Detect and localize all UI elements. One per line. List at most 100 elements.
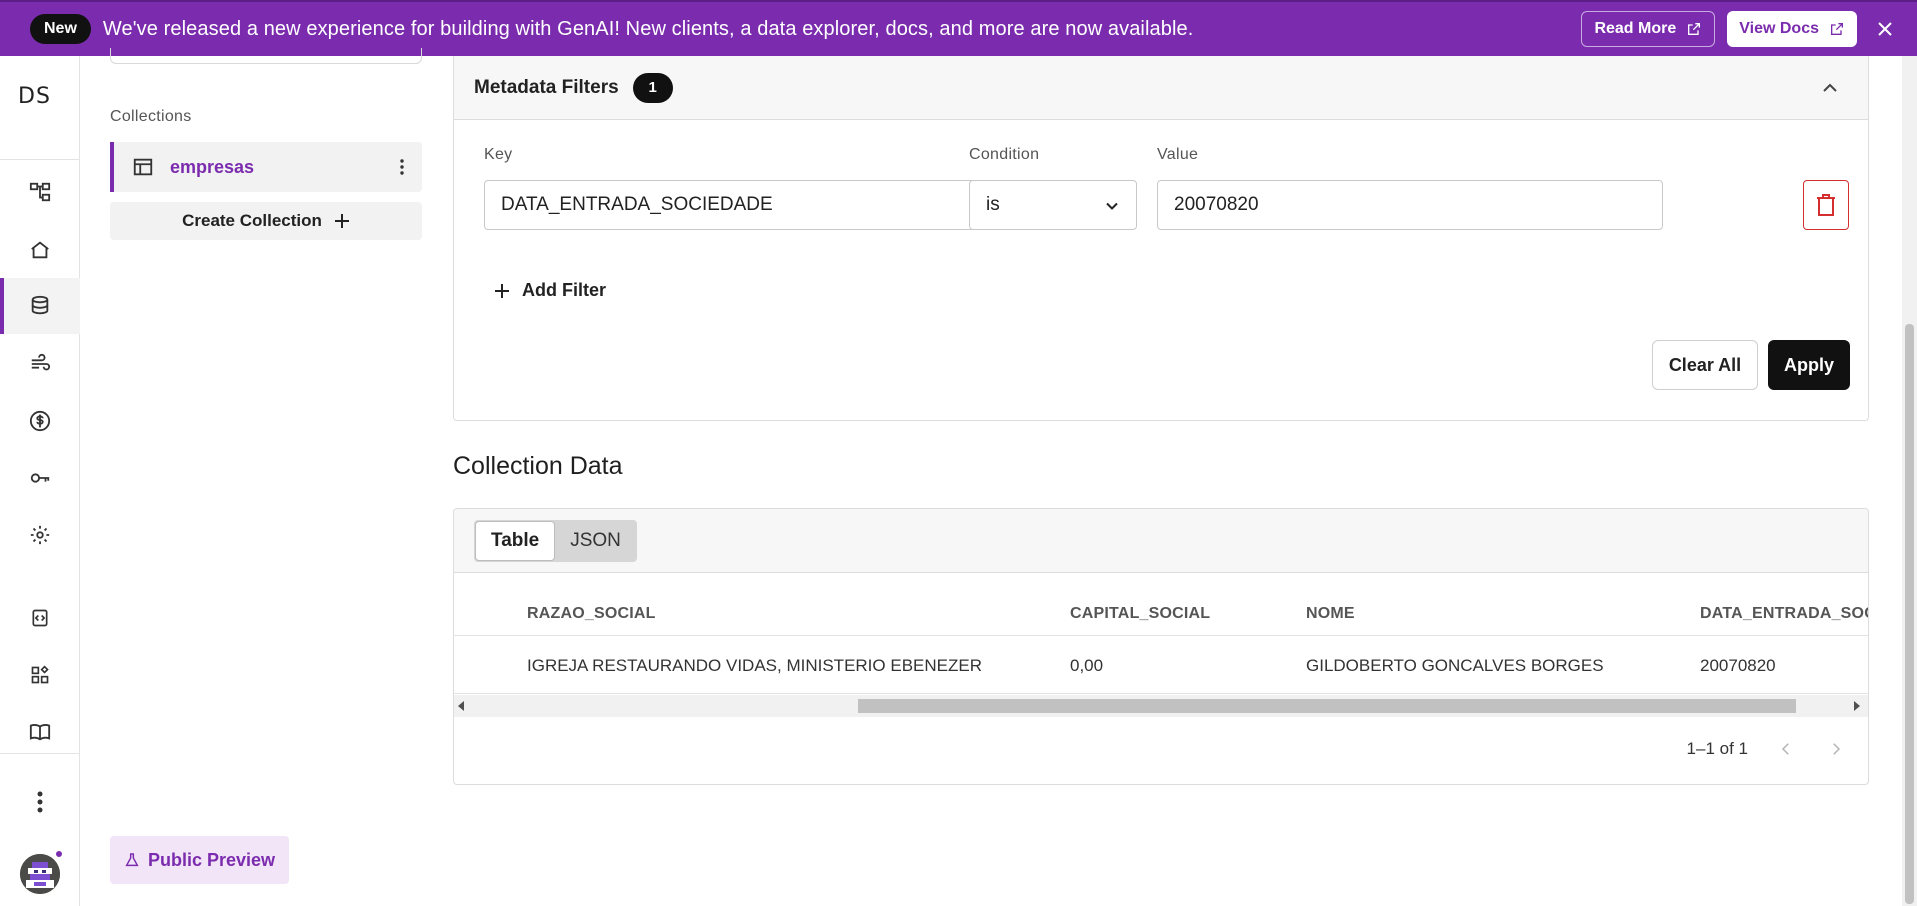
rail-divider [0, 159, 80, 160]
external-link-icon [1831, 23, 1843, 35]
metadata-filters-title: Metadata Filters [474, 76, 619, 98]
condition-select[interactable]: is [969, 180, 1137, 230]
external-link-icon [1688, 23, 1701, 35]
logo: DS [18, 84, 51, 109]
plus-icon [495, 283, 509, 298]
rail-item-settings[interactable] [0, 507, 80, 563]
create-collection-button[interactable]: Create Collection [110, 202, 422, 240]
nav-rail: DS [0, 56, 80, 906]
delete-filter-button[interactable] [1803, 180, 1849, 230]
scroll-right-arrow[interactable] [1854, 701, 1860, 711]
wind-icon [31, 353, 51, 371]
gear-icon [30, 525, 50, 545]
main-content: Metadata Filters 1 Key Condition Value D… [442, 56, 1902, 906]
table-view-button[interactable]: Table [475, 521, 556, 561]
key-icon [30, 473, 50, 483]
collection-search-input[interactable] [110, 48, 422, 64]
table-cell: 0,00 [1070, 656, 1104, 675]
table-cell: 20070820 [1700, 656, 1776, 675]
pagination: 1–1 of 1 [1687, 737, 1848, 761]
rail-item-billing[interactable] [0, 393, 80, 449]
trash-icon [1817, 194, 1835, 216]
page-scrollbar[interactable] [1902, 56, 1917, 906]
table-header-row: RAZAO_SOCIAL CAPITAL_SOCIAL NOME DATA_EN… [454, 573, 1868, 636]
more-vertical-icon [400, 159, 404, 175]
table-row[interactable]: IGREJA RESTAURANDO VIDAS, MINISTERIO EBE… [454, 636, 1868, 694]
dollar-icon [29, 410, 51, 432]
more-vertical-icon [37, 791, 43, 813]
avatar-pixel-icon [20, 854, 60, 894]
public-preview-badge[interactable]: Public Preview [110, 836, 290, 884]
collection-item-empresas[interactable]: empresas [110, 142, 422, 192]
close-banner-button[interactable] [1873, 17, 1897, 41]
flask-icon [125, 853, 139, 867]
view-toggle: Table JSON [474, 520, 637, 562]
rail-item-home[interactable] [0, 222, 80, 278]
condition-label: Condition [969, 146, 1040, 163]
read-more-label: Read More [1594, 20, 1677, 37]
column-header[interactable]: NOME [1306, 605, 1355, 623]
create-collection-label: Create Collection [182, 211, 322, 230]
column-header[interactable]: DATA_ENTRADA_SOCI [1700, 605, 1868, 623]
value-label: Value [1157, 146, 1199, 163]
rail-item-integrations[interactable] [0, 647, 80, 703]
table-icon [133, 158, 153, 176]
add-filter-button[interactable]: Add Filter [494, 280, 606, 301]
collection-item-label: empresas [170, 156, 255, 177]
scrollbar-thumb[interactable] [858, 699, 1796, 713]
table-cell: IGREJA RESTAURANDO VIDAS, MINISTERIO EBE… [527, 656, 982, 675]
rail-item-flows[interactable] [0, 336, 80, 392]
rail-divider [0, 753, 80, 754]
apply-button[interactable]: Apply [1768, 340, 1850, 390]
previous-page-button[interactable] [1774, 737, 1798, 761]
collection-menu-button[interactable] [382, 147, 422, 187]
collections-panel: Collections empresas Create Collection P… [80, 48, 442, 906]
chevron-right-icon [1833, 743, 1841, 755]
chevron-down-icon [1106, 202, 1118, 210]
notification-dot [54, 849, 64, 859]
rail-item-graph[interactable] [0, 164, 80, 220]
rail-item-more[interactable] [0, 774, 80, 830]
widgets-icon [31, 665, 49, 684]
table-cell: GILDOBERTO GONCALVES BORGES [1306, 656, 1604, 675]
api-icon [32, 609, 48, 627]
collections-heading: Collections [110, 108, 192, 125]
close-icon [1878, 22, 1892, 36]
public-preview-label: Public Preview [148, 849, 276, 870]
column-header[interactable]: CAPITAL_SOCIAL [1070, 605, 1210, 623]
view-docs-label: View Docs [1739, 20, 1819, 37]
column-header[interactable]: RAZAO_SOCIAL [527, 605, 656, 623]
plus-icon [334, 214, 349, 228]
database-icon [31, 295, 49, 315]
view-toolbar: Table JSON [454, 509, 1868, 573]
read-more-button[interactable]: Read More [1581, 11, 1716, 47]
key-select-value: DATA_ENTRADA_SOCIEDADE [501, 194, 773, 215]
rail-item-api[interactable] [0, 590, 80, 646]
value-input-text: 20070820 [1174, 194, 1259, 215]
scrollbar-thumb[interactable] [1905, 324, 1914, 904]
condition-select-value: is [986, 194, 1000, 215]
clear-all-button[interactable]: Clear All [1652, 340, 1758, 390]
scroll-left-arrow[interactable] [458, 701, 464, 711]
value-input[interactable]: 20070820 [1157, 180, 1663, 230]
banner-message: We've released a new experience for buil… [102, 17, 1194, 40]
rail-item-database[interactable] [0, 278, 80, 334]
json-view-button[interactable]: JSON [555, 521, 636, 561]
metadata-filters-header[interactable]: Metadata Filters 1 [454, 56, 1868, 120]
rail-item-keys[interactable] [0, 450, 80, 506]
pagination-range: 1–1 of 1 [1686, 739, 1748, 758]
add-filter-label: Add Filter [522, 280, 606, 300]
next-page-button[interactable] [1824, 737, 1848, 761]
collection-data-title: Collection Data [453, 452, 623, 480]
view-docs-button[interactable]: View Docs [1727, 11, 1857, 47]
horizontal-scrollbar[interactable] [454, 695, 1868, 717]
chevron-left-icon [1781, 743, 1789, 755]
new-badge: New [30, 14, 91, 44]
book-icon [29, 724, 51, 741]
filter-count-badge: 1 [632, 72, 673, 103]
home-icon [31, 241, 49, 259]
rail-item-docs[interactable] [0, 704, 80, 760]
avatar[interactable] [20, 854, 60, 894]
chevron-up-icon[interactable] [1818, 76, 1842, 100]
graph-icon [29, 182, 51, 202]
